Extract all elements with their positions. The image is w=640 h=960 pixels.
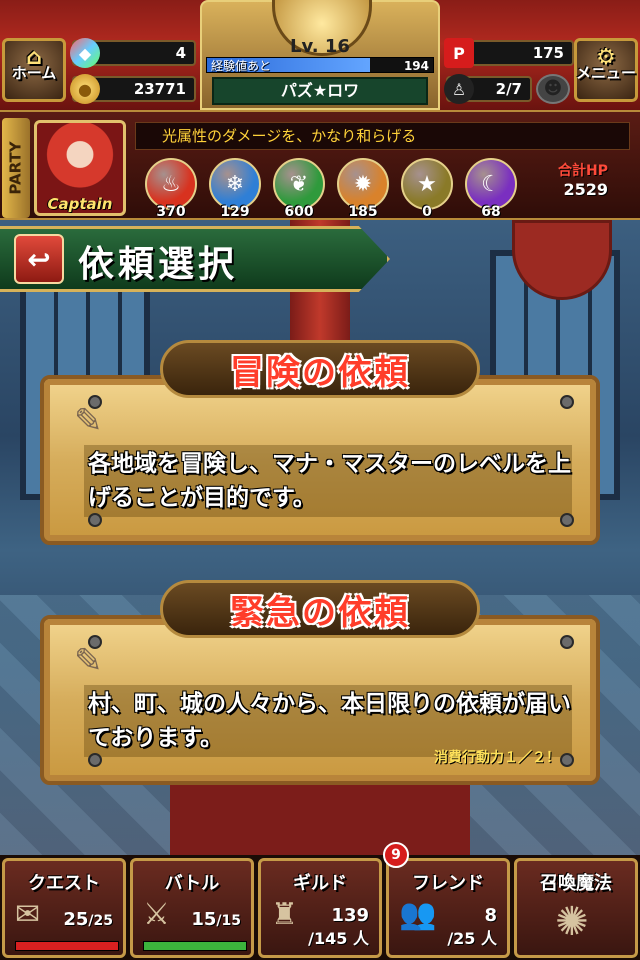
level-panel: Lv. 16 経験値あと 194 パズ★ロワ (200, 0, 440, 110)
stamina-cost-note: 消費行動力１／２！ (434, 750, 560, 766)
party-members-counter: ♙ 2/7 (444, 74, 532, 104)
bolt (88, 753, 102, 767)
scroll-icon: ✉ (15, 897, 41, 932)
nav-battle[interactable]: バトル ⚔ 15/15 (130, 858, 254, 958)
leader-label: Captain (47, 195, 113, 213)
gear-icon: ⚙ (596, 45, 616, 70)
adventure-quest-card[interactable]: ✎ 各地域を冒険し、マナ・マスターのレベルを上げることが目的です。 (40, 375, 600, 545)
bolt (560, 513, 574, 527)
top-status-bar: ⌂ ホーム ◆ 4 ● 23771 Lv. 16 経験値あと 194 パズ★ロワ… (0, 0, 640, 110)
player-name: パズ★ロワ (212, 77, 428, 105)
adventure-quest-title[interactable]: 冒険の依頼 (160, 340, 480, 398)
scroll-icon: ✎ (74, 641, 103, 681)
bottom-nav: クエスト ✉ 25/25 バトル ⚔ 15/15 ギルド ♜ 139 /145 … (0, 855, 640, 960)
nav-summon[interactable]: 召喚魔法 ✺ (514, 858, 638, 958)
total-hp: 合計HP 2529 (520, 160, 630, 216)
water-orb-icon: ❄ (209, 158, 261, 210)
gems-counter: ◆ 4 (70, 38, 196, 68)
dark-orb-icon: ☾ (465, 158, 517, 210)
exp-label: 経験値あと (211, 59, 272, 73)
quest-current: 25 (63, 909, 89, 930)
party-panel[interactable]: PARTY Captain 光属性のダメージを、かなり和らげる ♨ 370 ❄ 129… (0, 110, 640, 220)
quest-stamina-fill (16, 942, 118, 950)
stamina-p-icon: P (444, 38, 474, 68)
menu-button[interactable]: ⚙ メニュー (574, 38, 638, 102)
bolt (88, 513, 102, 527)
orb-value: 0 (422, 204, 432, 220)
quest-max: /25 (88, 913, 113, 929)
person-icon: ♙ (444, 74, 474, 104)
leader-skill-text: 光属性のダメージを、かなり和らげる (135, 122, 630, 150)
leader-portrait[interactable]: Captain (34, 120, 126, 216)
orb-value: 185 (348, 204, 378, 220)
battle-stamina-fill (144, 942, 246, 950)
sword-icon: ⚔ (143, 897, 170, 932)
house-icon: ⌂ (26, 45, 42, 70)
page-title: 依頼選択 (78, 244, 239, 285)
exp-remaining: 194 (403, 59, 429, 73)
guild-max: /145 人 (308, 929, 369, 948)
bolt (560, 753, 574, 767)
guild-members: 139 (331, 905, 369, 926)
bolt (560, 395, 574, 409)
fire-orb-icon: ♨ (145, 158, 197, 210)
urgent-quest-card[interactable]: ✎ 村、町、城の人々から、本日限りの依頼が届いております。 消費行動力１／２！ (40, 615, 600, 785)
back-button[interactable]: ↩ (14, 234, 64, 284)
battle-current: 15 (191, 909, 217, 930)
bolt (560, 635, 574, 649)
friends-icon: 👥 (399, 897, 437, 932)
battle-max: /15 (216, 913, 241, 929)
exp-bar: 経験値あと 194 (206, 57, 434, 73)
nav-friend[interactable]: フレンド 👥 8 /25 人 (386, 858, 510, 958)
coin-icon: ● (70, 74, 100, 104)
friend-notification-badge: 9 (383, 842, 409, 868)
castle-icon: ♜ (271, 897, 298, 932)
light-orb-icon: ✹ (337, 158, 389, 210)
friend-max: /25 人 (447, 929, 497, 948)
scroll-icon: ✎ (74, 401, 103, 441)
gem-icon: ◆ (70, 38, 100, 68)
bolt (88, 635, 102, 649)
wind-orb-icon: ❦ (273, 158, 325, 210)
urgent-quest-description: 村、町、城の人々から、本日限りの依頼が届いております。 (88, 691, 571, 751)
hp-value: 2529 (563, 180, 608, 199)
adventure-quest-description: 各地域を冒険し、マナ・マスターのレベルを上げることが目的です。 (88, 451, 571, 511)
bolt (88, 395, 102, 409)
earth-orb-icon: ★ (401, 158, 453, 210)
magic-circle-icon: ✺ (555, 899, 589, 945)
party-tab[interactable]: PARTY (2, 118, 30, 218)
orb-value: 129 (220, 204, 250, 220)
hp-label: 合計HP (558, 163, 608, 179)
nav-guild[interactable]: ギルド ♜ 139 /145 人 (258, 858, 382, 958)
home-button[interactable]: ⌂ ホーム (2, 38, 66, 102)
monster-face-icon[interactable]: ☻ (536, 74, 570, 104)
battle-stamina-bar (143, 941, 247, 951)
urgent-quest-title[interactable]: 緊急の依頼 (160, 580, 480, 638)
orb-value: 370 (156, 204, 186, 220)
quest-stamina-bar (15, 941, 119, 951)
friend-count: 8 (484, 905, 497, 926)
stamina-counter: P 175 (444, 38, 574, 68)
nav-quest[interactable]: クエスト ✉ 25/25 (2, 858, 126, 958)
orb-value: 68 (481, 204, 501, 220)
level-text: Lv. 16 (290, 36, 350, 57)
orb-value: 600 (284, 204, 314, 220)
gold-counter: ● 23771 (70, 74, 196, 104)
back-arrow-icon: ↩ (27, 242, 51, 276)
